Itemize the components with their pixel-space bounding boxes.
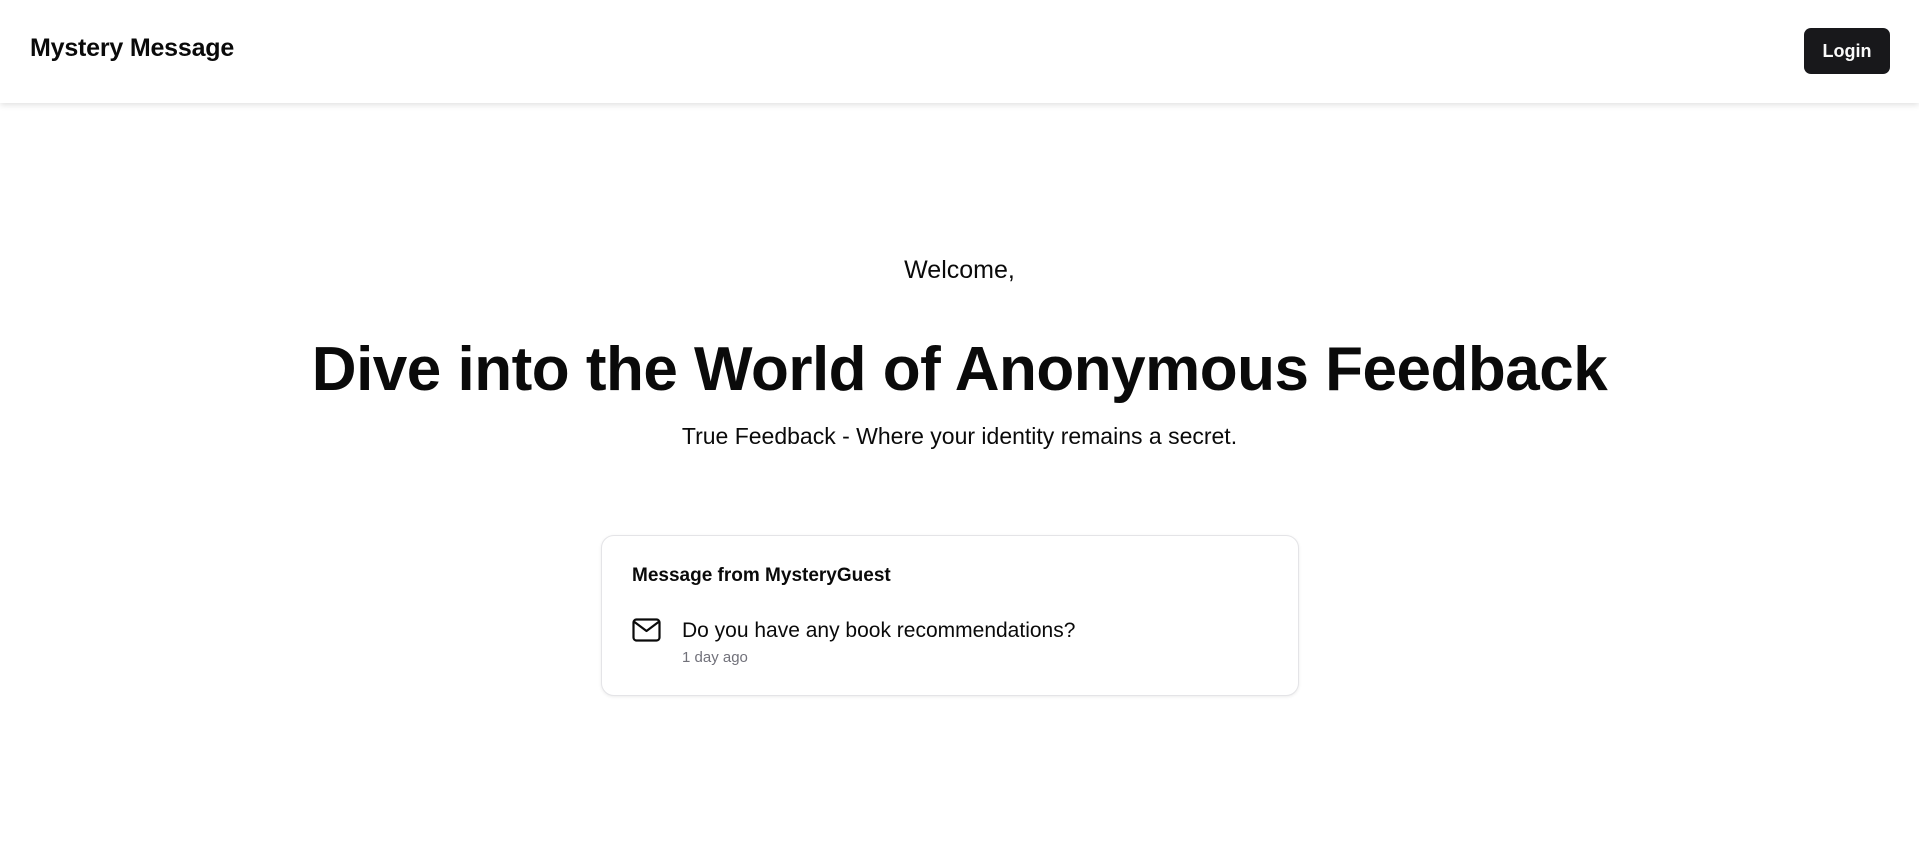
page-subtitle: True Feedback - Where your identity rema… [681, 423, 1238, 449]
message-content: Do you have any book recommendations? [682, 619, 1076, 642]
navbar: Mystery Message Login [0, 0, 1919, 103]
login-button[interactable]: Login [1804, 28, 1890, 74]
message-timestamp: 1 day ago [682, 649, 748, 666]
mail-icon [632, 618, 661, 642]
brand-logo-text[interactable]: Mystery Message [30, 34, 234, 63]
welcome-text: Welcome, [904, 256, 1015, 284]
page-headline: Dive into the World of Anonymous Feedbac… [311, 335, 1608, 404]
message-card: Message from MysteryGuest Do you have an… [601, 535, 1299, 696]
message-card-title: Message from MysteryGuest [632, 565, 891, 586]
